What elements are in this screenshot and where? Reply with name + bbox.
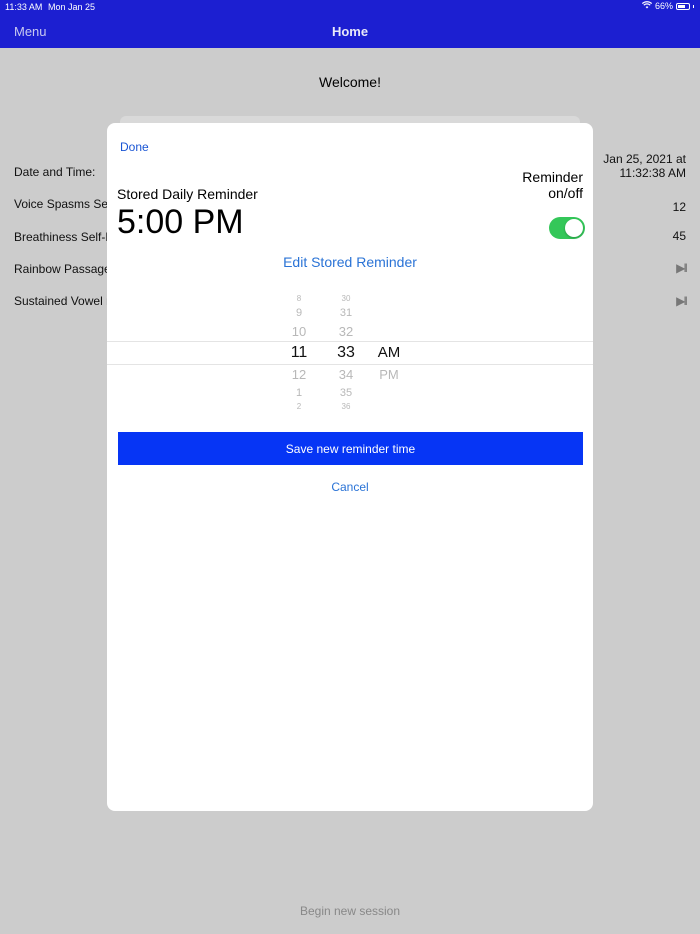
cancel-button[interactable]: Cancel: [107, 480, 593, 494]
begin-session-button[interactable]: Begin new session: [0, 904, 700, 918]
reminder-toggle-label: Reminder on/off: [522, 169, 583, 201]
hour-option[interactable]: 12: [279, 367, 319, 382]
hour-option[interactable]: 10: [279, 324, 319, 339]
minute-option[interactable]: 36: [326, 402, 366, 411]
nav-title: Home: [331, 24, 369, 39]
status-bar: 11:33 AM Mon Jan 25 66%: [0, 0, 700, 14]
edit-reminder-link[interactable]: Edit Stored Reminder: [107, 254, 593, 270]
ampm-option[interactable]: PM: [371, 367, 407, 382]
hour-option[interactable]: 1: [279, 387, 319, 399]
minute-option[interactable]: 35: [326, 387, 366, 399]
vowel-play-pause-icon[interactable]: ▶︎II: [676, 294, 688, 308]
reminder-modal: Done Stored Daily Reminder 5:00 PM Remin…: [107, 123, 593, 811]
sustained-vowel-label: Sustained Vowel r: [14, 294, 111, 308]
minute-option-selected[interactable]: 33: [326, 344, 366, 362]
hour-option[interactable]: 8: [279, 294, 319, 303]
minute-option[interactable]: 32: [326, 324, 366, 339]
navigation-bar: Menu Home: [0, 14, 700, 48]
date-time-label: Date and Time:: [14, 165, 96, 179]
hour-option[interactable]: 2: [279, 402, 319, 411]
time-picker[interactable]: 8 9 10 11 12 1 2 30 31 32 33 34 35 36 AM…: [107, 291, 593, 415]
save-reminder-button[interactable]: Save new reminder time: [118, 432, 583, 465]
breathiness-label: Breathiness Self-R: [14, 230, 115, 244]
stored-reminder-label: Stored Daily Reminder: [117, 186, 258, 202]
rainbow-play-pause-icon[interactable]: ▶︎II: [676, 261, 688, 275]
rainbow-passage-label: Rainbow Passage: [14, 262, 111, 276]
voice-spasms-label: Voice Spasms Sel: [14, 197, 111, 211]
battery-percent: 66%: [654, 1, 673, 11]
hour-option-selected[interactable]: 11: [279, 344, 319, 362]
wifi-icon: [641, 1, 653, 11]
battery-icon: [676, 2, 690, 10]
breathiness-value: 45: [672, 229, 686, 243]
minute-option[interactable]: 30: [326, 294, 366, 303]
battery-tip: [693, 4, 694, 8]
ampm-option-selected[interactable]: AM: [371, 344, 407, 361]
status-time: 11:33 AM: [5, 2, 43, 12]
date-time-value: Jan 25, 2021 at 11:32:38 AM: [603, 152, 686, 180]
reminder-toggle[interactable]: [549, 217, 585, 239]
voice-spasms-value: 12: [672, 200, 686, 214]
hour-option[interactable]: 9: [279, 307, 319, 319]
welcome-text: Welcome!: [319, 74, 381, 90]
status-right: 66%: [641, 1, 694, 11]
status-date: Mon Jan 25: [48, 2, 96, 12]
minute-option[interactable]: 31: [326, 307, 366, 319]
minute-option[interactable]: 34: [326, 367, 366, 382]
toggle-knob: [565, 219, 583, 237]
done-button[interactable]: Done: [120, 140, 149, 154]
stored-reminder-time: 5:00 PM: [117, 203, 244, 241]
